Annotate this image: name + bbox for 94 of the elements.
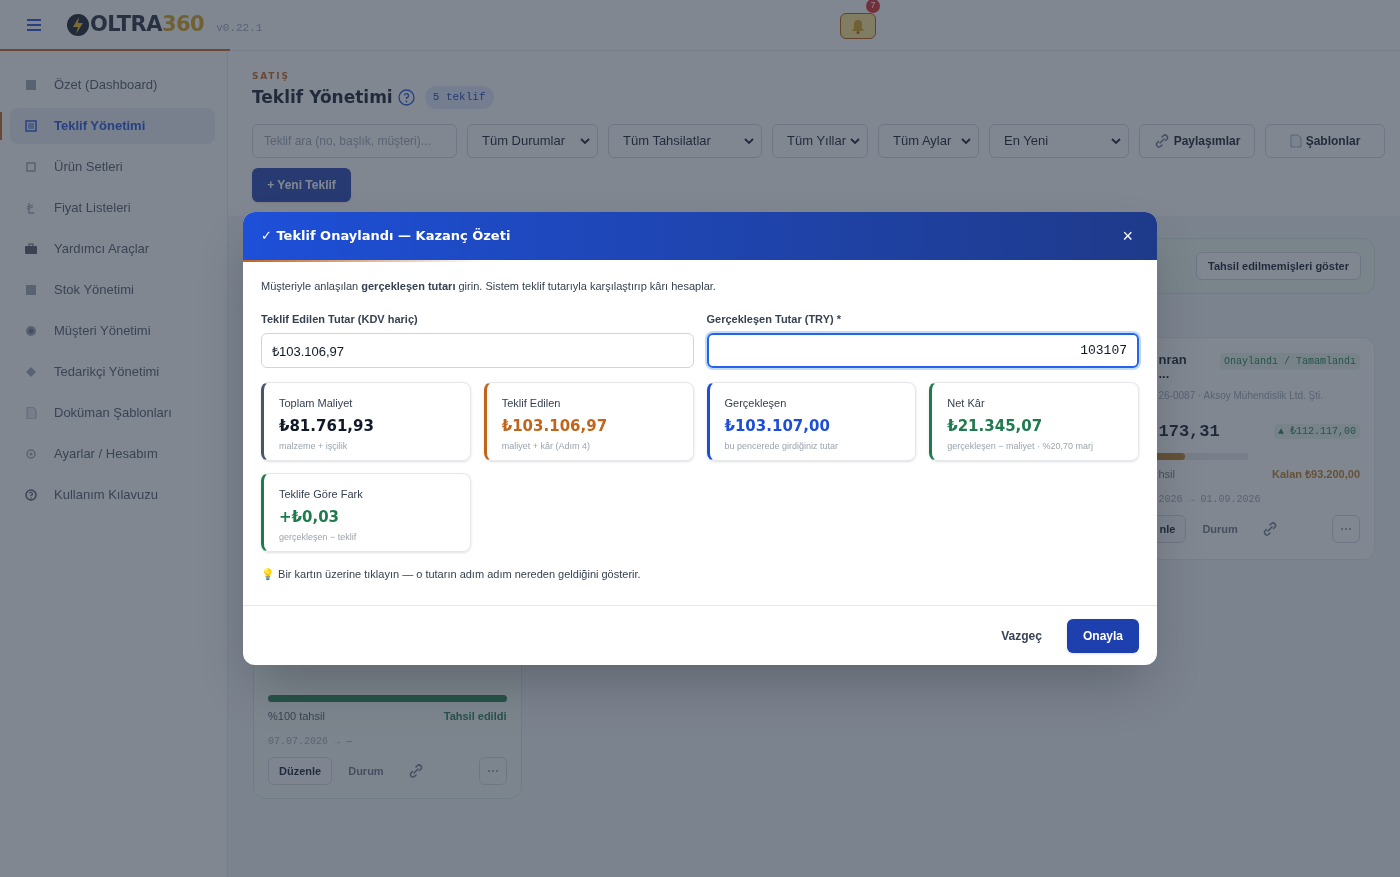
instruction-text: Müşteriyle anlaşılan gerçekleşen tutarı girin. Sistem teklif tutarıyla karşılaştırıp kârı hesaplar. bbox=[261, 279, 717, 294]
help-icon bbox=[25, 489, 37, 501]
lira-icon bbox=[25, 202, 37, 214]
stat-label: Teklife Göre Fark bbox=[279, 487, 364, 502]
filter-dropdown[interactable]: Tüm Aylar bbox=[878, 124, 979, 158]
box-icon bbox=[25, 284, 37, 296]
stat-label: Toplam Maliyet bbox=[279, 396, 354, 411]
box-icon bbox=[25, 161, 37, 173]
stat-value: +₺0,03 bbox=[279, 506, 340, 528]
link-button[interactable] bbox=[407, 763, 424, 779]
link-icon bbox=[1261, 521, 1278, 537]
hint-text: 💡 Bir kartın üzerine tıklayın — o tutarın adım adım nereden geldiğini gösterir. bbox=[261, 567, 642, 582]
field-label: Teklif Edilen Tutar (KDV hariç) bbox=[261, 311, 419, 327]
notification-badge: 7 bbox=[866, 0, 880, 13]
shares-button[interactable]: Paylaşımlar bbox=[1139, 124, 1255, 158]
link-icon bbox=[1153, 133, 1170, 149]
diamond-icon bbox=[25, 366, 37, 378]
document-icon bbox=[1289, 134, 1302, 148]
remaining-label: Kalan ₺93.200,00 bbox=[1272, 466, 1360, 482]
close-button[interactable]: × bbox=[1122, 227, 1133, 245]
field-label: Gerçekleşen Tutar (TRY) * bbox=[706, 311, 842, 327]
notification-button[interactable] bbox=[840, 13, 876, 39]
sidebar-item[interactable]: Kullanım Kılavuzu bbox=[10, 477, 215, 513]
sidebar-item[interactable]: Fiyat Listeleri bbox=[10, 190, 215, 226]
status-badge: Onaylandı / Tamamlandı bbox=[1219, 353, 1360, 370]
stat-label: Teklif Edilen bbox=[501, 396, 562, 411]
stat-card[interactable]: Net Kâr ₺21.345,07 gerçekleşen − maliyet · %20,70 marj bbox=[929, 382, 1139, 461]
chevron-down-icon bbox=[960, 136, 972, 146]
show-unpaid-button[interactable]: Tahsil edilmemişleri göster bbox=[1196, 252, 1361, 280]
stat-note: malzeme + işçilik bbox=[279, 440, 349, 453]
actual-amount-field[interactable]: 103107 bbox=[706, 333, 1139, 368]
new-offer-button[interactable]: + Yeni Teklif bbox=[252, 168, 351, 202]
filter-dropdown[interactable]: Tüm Yıllar bbox=[772, 124, 868, 158]
stat-card[interactable]: Teklife Göre Fark +₺0,03 gerçekleşen − teklif bbox=[261, 473, 471, 552]
logo-mark-icon bbox=[66, 13, 90, 37]
sidebar-item[interactable]: Müşteri Yönetimi bbox=[10, 313, 215, 349]
chevron-down-icon bbox=[849, 136, 861, 146]
card-title: ... bbox=[1158, 368, 1171, 380]
logo-text: OLTRA360 bbox=[90, 11, 205, 39]
card-title: nran bbox=[1158, 351, 1187, 368]
stat-card[interactable]: Gerçekleşen ₺103.107,00 bu pencerede girdiğiniz tutar bbox=[706, 382, 917, 461]
section-label: SATIŞ bbox=[252, 70, 291, 83]
confirm-button[interactable]: Onayla bbox=[1066, 618, 1139, 653]
stat-note: bu pencerede girdiğiniz tutar bbox=[724, 440, 840, 453]
modal-title: ✓ Teklif Onaylandı — Kazanç Özeti bbox=[261, 227, 511, 246]
document-icon bbox=[25, 407, 37, 419]
circle-icon bbox=[25, 325, 37, 337]
stat-value: ₺103.106,97 bbox=[501, 415, 609, 437]
stat-note: gerçekleşen − teklif bbox=[279, 531, 358, 544]
collection-label: %100 tahsil bbox=[268, 708, 325, 724]
count-badge: 5 teklif bbox=[424, 86, 494, 109]
chevron-down-icon bbox=[1110, 136, 1122, 146]
offered-amount-field[interactable]: ₺103.106,97 bbox=[261, 333, 694, 368]
sidebar-item[interactable]: Ayarlar / Hesabım bbox=[10, 436, 215, 472]
filter-dropdown[interactable]: Tüm Tahsilatlar bbox=[608, 124, 762, 158]
sidebar-item[interactable]: Tedarikçi Yönetimi bbox=[10, 354, 215, 390]
templates-button[interactable]: Şablonlar bbox=[1265, 124, 1385, 158]
profit-badge: ▲ ₺112.117,00 bbox=[1273, 424, 1360, 440]
filter-dropdown[interactable]: Tüm Durumlar bbox=[467, 124, 598, 158]
sidebar-item[interactable]: Doküman Şablonları bbox=[10, 395, 215, 431]
cancel-button[interactable]: Vazgeç bbox=[1001, 626, 1042, 645]
dashboard-icon bbox=[25, 79, 37, 91]
stat-value: ₺81.761,93 bbox=[279, 415, 375, 437]
filter-dropdown[interactable]: En Yeni bbox=[989, 124, 1129, 158]
bell-icon bbox=[851, 18, 865, 34]
help-icon[interactable] bbox=[397, 88, 415, 106]
remaining-label: Tahsil edildi bbox=[443, 708, 507, 724]
sidebar-item[interactable]: Ürün Setleri bbox=[10, 149, 215, 185]
stat-value: ₺103.107,00 bbox=[724, 415, 831, 437]
more-button[interactable]: ⋯ bbox=[478, 757, 507, 785]
edit-button[interactable]: Düzenle bbox=[268, 757, 333, 785]
more-button[interactable]: ⋯ bbox=[1332, 515, 1360, 543]
stat-card[interactable]: Toplam Maliyet ₺81.761,93 malzeme + işçilik bbox=[261, 382, 471, 461]
page-title: Teklif Yönetimi bbox=[252, 85, 393, 109]
sidebar-item[interactable]: Stok Yönetimi bbox=[10, 272, 215, 308]
stat-label: Gerçekleşen bbox=[724, 396, 788, 411]
stat-note: maliyet + kâr (Adım 4) bbox=[501, 440, 592, 453]
chevron-down-icon bbox=[579, 136, 591, 146]
sidebar-item[interactable]: Özet (Dashboard) bbox=[10, 67, 215, 103]
document-icon bbox=[25, 120, 37, 132]
sidebar-item[interactable]: Yardımcı Araçlar bbox=[10, 231, 215, 267]
stat-card[interactable]: Teklif Edilen ₺103.106,97 maliyet + kâr (Adım 4) bbox=[483, 382, 694, 461]
briefcase-icon bbox=[25, 243, 37, 255]
status-button[interactable]: Durum bbox=[1202, 520, 1238, 538]
stat-value: ₺21.345,07 bbox=[947, 415, 1044, 437]
link-icon bbox=[407, 763, 424, 779]
chevron-down-icon bbox=[743, 136, 755, 146]
gear-icon bbox=[25, 448, 37, 460]
card-amount: 173,31 bbox=[1158, 421, 1220, 443]
stat-label: Net Kâr bbox=[947, 396, 986, 411]
link-button[interactable] bbox=[1261, 521, 1278, 537]
menu-icon[interactable] bbox=[27, 19, 41, 31]
sidebar-item[interactable]: Teklif Yönetimi bbox=[10, 108, 215, 144]
stat-note: gerçekleşen − maliyet · %20,70 marj bbox=[947, 440, 1095, 453]
